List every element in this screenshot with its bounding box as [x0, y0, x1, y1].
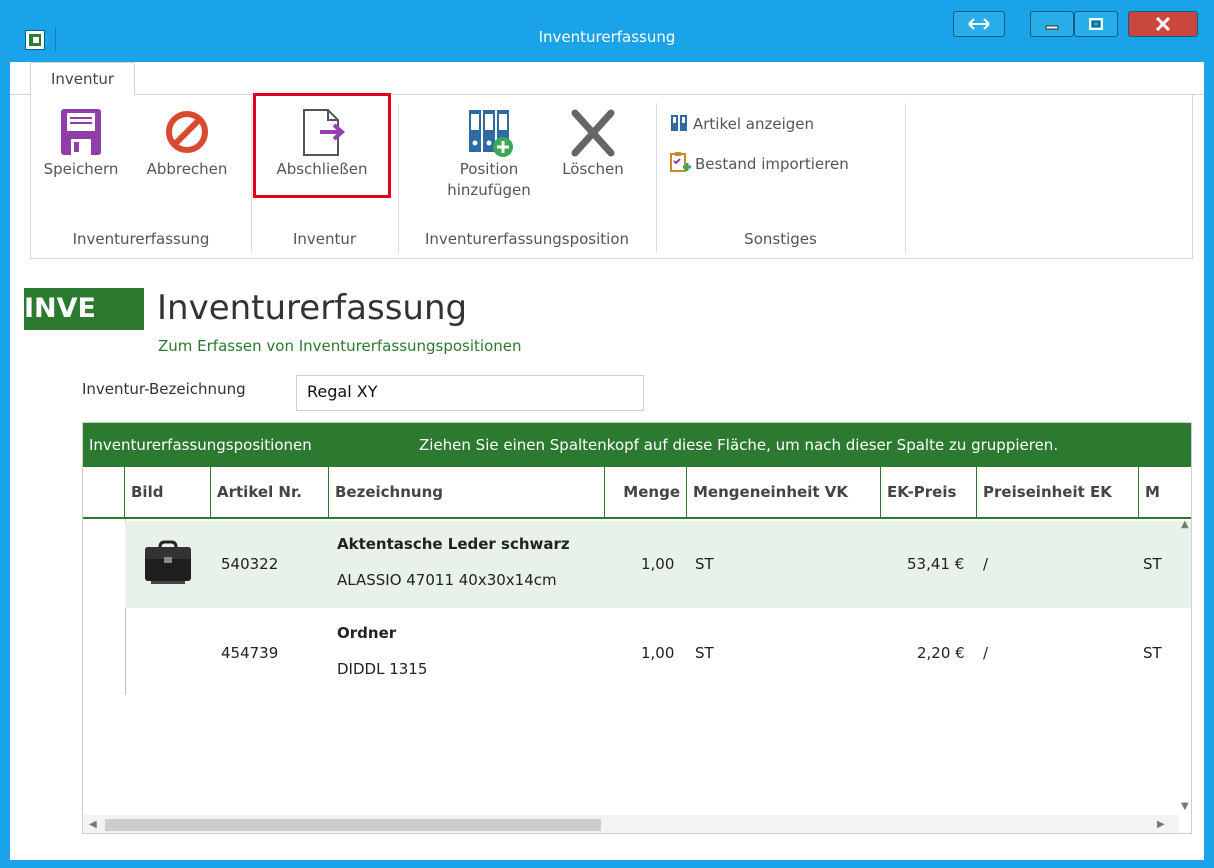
- group-panel[interactable]: Inventurerfassungspositionen Ziehen Sie …: [83, 423, 1191, 467]
- ribbon: Speichern Abbrechen Abschließen Position…: [30, 93, 1193, 259]
- cell-m: ST: [1143, 644, 1162, 662]
- column-header-m[interactable]: M: [1139, 467, 1179, 517]
- cell-preiseinheit: /: [983, 555, 989, 573]
- group-label-position: Inventurerfassungsposition: [424, 230, 630, 248]
- column-header-bezeichnung[interactable]: Bezeichnung: [329, 467, 605, 517]
- grid-header-row: Bild Artikel Nr. Bezeichnung Menge Menge…: [83, 467, 1191, 519]
- vertical-scrollbar[interactable]: ▲ ▼: [1179, 519, 1191, 833]
- cell-preiseinheit: /: [983, 644, 989, 662]
- cell-menge: 1,00: [641, 555, 675, 573]
- column-header-mengeneinheit[interactable]: Mengeneinheit VK: [687, 467, 881, 517]
- scroll-down-arrow-icon[interactable]: ▼: [1181, 801, 1189, 812]
- add-position-label-1: Position: [459, 160, 519, 178]
- save-button[interactable]: Speichern: [33, 107, 129, 180]
- page-subtitle: Zum Erfassen von Inventurerfassungsposit…: [158, 337, 522, 355]
- article-view-icon: [671, 115, 687, 131]
- minimize-button[interactable]: [1030, 11, 1074, 37]
- scroll-up-arrow-icon[interactable]: ▲: [1181, 519, 1189, 530]
- cell-einheit: ST: [695, 555, 714, 573]
- title-bar: Inventurerfassung: [0, 0, 1214, 62]
- client-area: Inventur Speichern Abbrechen Abschließen…: [10, 62, 1204, 860]
- table-row[interactable]: 540322 Aktentasche Leder schwarz ALASSIO…: [125, 521, 1191, 608]
- column-header-indicator: [83, 467, 125, 517]
- restore-size-button[interactable]: [953, 11, 1005, 37]
- table-row[interactable]: 454739 Ordner DIDDL 1315 1,00 ST 2,20 € …: [125, 608, 1191, 695]
- cell-bezeichnung-desc: ALASSIO 47011 40x30x14cm: [337, 571, 557, 589]
- show-article-button[interactable]: Artikel anzeigen: [669, 113, 814, 133]
- floppy-disk-icon: [61, 109, 101, 155]
- cell-m: ST: [1143, 555, 1162, 573]
- import-stock-label: Bestand importieren: [695, 155, 849, 173]
- minimize-icon: [1045, 25, 1059, 30]
- delete-label: Löschen: [562, 160, 624, 178]
- cancel-button[interactable]: Abbrechen: [135, 107, 239, 180]
- column-header-preiseinheit[interactable]: Preiseinheit EK: [977, 467, 1139, 517]
- horizontal-scrollbar[interactable]: ◀ ▶: [83, 815, 1179, 833]
- close-icon: [1155, 17, 1171, 31]
- module-badge: INVE: [24, 288, 144, 330]
- group-label-inventur: Inventur: [292, 230, 357, 248]
- import-clipboard-icon: [670, 152, 691, 172]
- scroll-left-arrow-icon[interactable]: ◀: [89, 819, 97, 830]
- cancel-icon: [166, 111, 208, 153]
- cell-artikel-nr: 454739: [221, 644, 279, 662]
- cell-ek-preis: 2,20 €: [917, 644, 965, 662]
- column-header-artikel-nr[interactable]: Artikel Nr.: [211, 467, 329, 517]
- cell-artikel-nr: 540322: [221, 555, 279, 573]
- window-frame: Inventurerfassung Inventur Speichern Abb…: [0, 0, 1214, 868]
- group-hint: Ziehen Sie einen Spaltenkopf auf diese F…: [419, 436, 1059, 454]
- positions-grid: Inventurerfassungspositionen Ziehen Sie …: [82, 422, 1192, 834]
- horizontal-scroll-thumb[interactable]: [105, 819, 601, 831]
- inventory-name-input[interactable]: Regal XY: [296, 375, 644, 411]
- show-article-label: Artikel anzeigen: [693, 115, 815, 133]
- maximize-button[interactable]: [1074, 11, 1118, 37]
- inventory-name-label: Inventur-Bezeichnung: [82, 380, 246, 398]
- group-label-sonstiges: Sonstiges: [744, 230, 817, 248]
- column-header-bild[interactable]: Bild: [125, 467, 211, 517]
- add-position-button[interactable]: Position hinzufügen: [429, 107, 549, 201]
- delete-x-icon: [571, 109, 615, 157]
- cell-bezeichnung-name: Aktentasche Leder schwarz: [337, 535, 570, 553]
- cell-ek-preis: 53,41 €: [907, 555, 965, 573]
- cell-bezeichnung-desc: DIDDL 1315: [337, 660, 428, 678]
- highlight-box: [253, 93, 391, 198]
- column-header-ek-preis[interactable]: EK-Preis: [881, 467, 977, 517]
- grid-title: Inventurerfassungspositionen: [89, 436, 312, 454]
- tab-inventur[interactable]: Inventur: [30, 62, 135, 95]
- import-stock-button[interactable]: Bestand importieren: [669, 151, 849, 173]
- column-header-menge[interactable]: Menge: [605, 467, 687, 517]
- add-position-label-2: hinzufügen: [447, 181, 531, 199]
- module-badge-text: INVE: [24, 293, 96, 324]
- cell-einheit: ST: [695, 644, 714, 662]
- group-label-erfassung: Inventurerfassung: [72, 230, 210, 248]
- cell-bezeichnung-name: Ordner: [337, 624, 397, 642]
- group-separator: [905, 103, 906, 253]
- cell-menge: 1,00: [641, 644, 675, 662]
- briefcase-thumbnail: [145, 540, 191, 584]
- save-label: Speichern: [43, 160, 119, 178]
- resize-arrows-icon: [968, 18, 990, 30]
- ribbon-tab-row: Inventur: [10, 62, 1204, 95]
- cancel-label: Abbrechen: [146, 160, 228, 178]
- scroll-right-arrow-icon[interactable]: ▶: [1157, 819, 1165, 830]
- binders-add-icon: [469, 110, 513, 157]
- page-title: Inventurerfassung: [157, 288, 468, 328]
- maximize-icon: [1089, 18, 1103, 30]
- close-button[interactable]: [1128, 11, 1198, 37]
- delete-button[interactable]: Löschen: [551, 107, 635, 180]
